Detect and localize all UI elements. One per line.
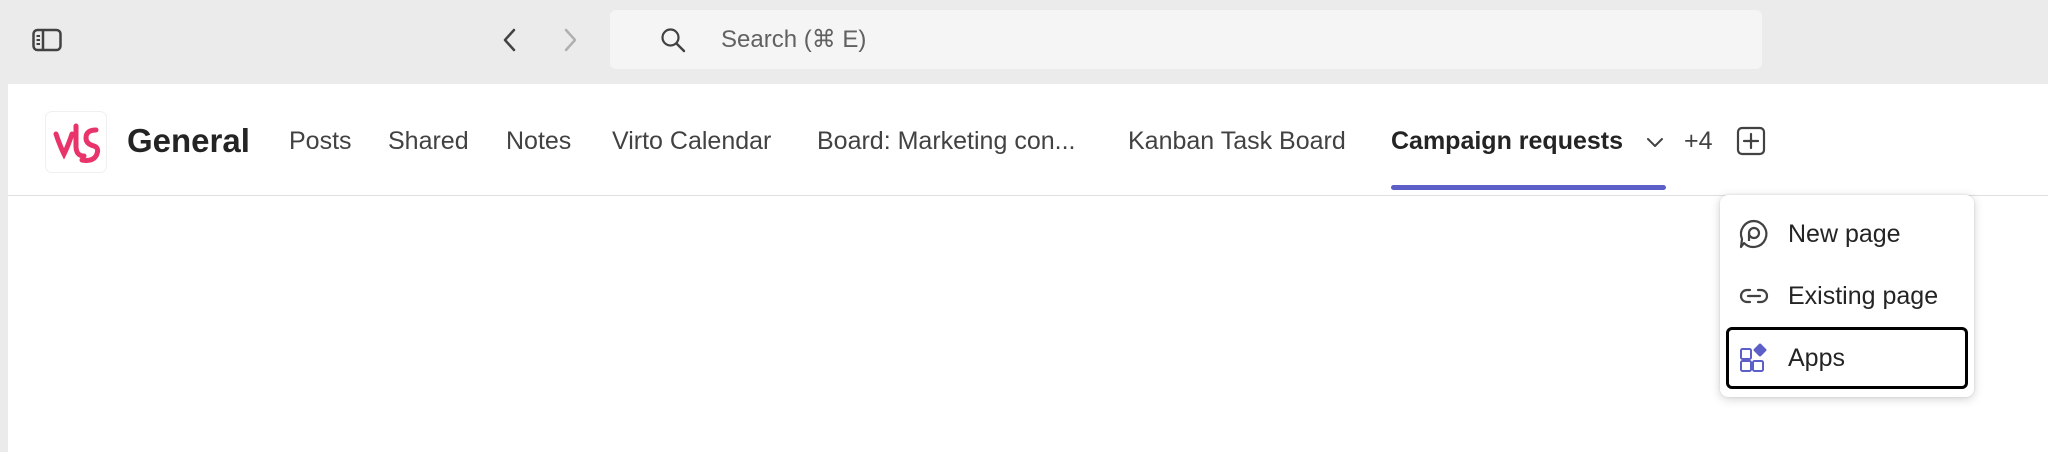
title-bar: Search (⌘ E): [0, 0, 2048, 84]
sidebar-toggle-icon[interactable]: [32, 28, 62, 52]
tab-shared[interactable]: Shared: [388, 126, 469, 156]
tab-campaign-requests[interactable]: Campaign requests: [1391, 126, 1623, 156]
team-logo: [46, 112, 106, 172]
tab-posts[interactable]: Posts: [289, 126, 352, 156]
menu-item-existing-page[interactable]: Existing page: [1726, 265, 1968, 327]
loop-page-icon: [1738, 218, 1770, 250]
menu-item-label: New page: [1788, 220, 1901, 248]
tab-board-marketing[interactable]: Board: Marketing con...: [817, 126, 1075, 156]
menu-item-new-page[interactable]: New page: [1726, 203, 1968, 265]
forward-arrow-icon[interactable]: [558, 26, 582, 54]
tab-notes[interactable]: Notes: [506, 126, 571, 156]
channel-title: General: [127, 122, 250, 159]
main-panel: General Posts Shared Notes Virto Calenda…: [8, 84, 2048, 452]
search-placeholder[interactable]: Search (⌘ E): [721, 27, 866, 53]
menu-item-label: Apps: [1788, 344, 1845, 372]
chevron-down-icon[interactable]: [1644, 132, 1666, 152]
add-tab-icon[interactable]: [1736, 126, 1766, 156]
menu-item-label: Existing page: [1788, 282, 1939, 310]
tab-kanban-task-board[interactable]: Kanban Task Board: [1128, 126, 1346, 156]
link-icon: [1738, 280, 1770, 312]
more-tabs-button[interactable]: +4: [1684, 126, 1713, 156]
search-box[interactable]: Search (⌘ E): [610, 10, 1762, 69]
menu-item-apps[interactable]: Apps: [1726, 327, 1968, 389]
search-icon: [660, 27, 686, 53]
active-tab-indicator: [1391, 185, 1666, 190]
apps-add-icon: [1738, 342, 1770, 374]
back-arrow-icon[interactable]: [498, 26, 522, 54]
add-tab-menu: New page Existing page Apps: [1720, 195, 1974, 397]
tab-virto-calendar[interactable]: Virto Calendar: [612, 126, 771, 156]
channel-header: General Posts Shared Notes Virto Calenda…: [8, 84, 2048, 196]
